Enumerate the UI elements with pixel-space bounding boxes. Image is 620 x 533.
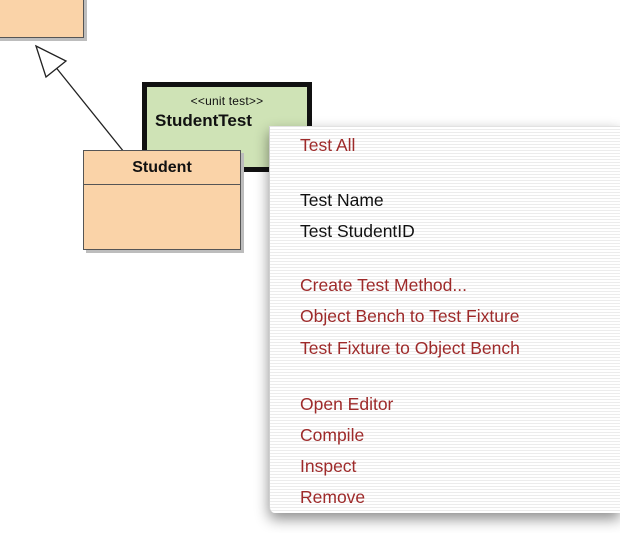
parent-class-box[interactable]	[0, 0, 84, 38]
student-class-box[interactable]: Student	[83, 150, 241, 250]
context-menu: Test All Test Name Test StudentID Create…	[269, 126, 620, 513]
menu-item-open-editor[interactable]: Open Editor	[300, 394, 393, 414]
menu-item-test-name[interactable]: Test Name	[300, 190, 384, 210]
test-class-stereotype: <<unit test>>	[190, 94, 264, 108]
student-class-name: Student	[84, 151, 240, 185]
inheritance-line	[53, 64, 125, 153]
menu-item-remove[interactable]: Remove	[300, 487, 365, 507]
menu-item-test-studentid[interactable]: Test StudentID	[300, 221, 415, 241]
test-class-name: StudentTest	[155, 111, 252, 130]
menu-item-compile[interactable]: Compile	[300, 425, 364, 445]
inheritance-arrowhead	[34, 44, 68, 79]
menu-item-fixture-to-object-bench[interactable]: Test Fixture to Object Bench	[300, 338, 520, 358]
menu-item-inspect[interactable]: Inspect	[300, 456, 356, 476]
menu-item-test-all[interactable]: Test All	[300, 135, 355, 155]
menu-item-create-test-method[interactable]: Create Test Method...	[300, 275, 467, 295]
menu-item-object-bench-to-fixture[interactable]: Object Bench to Test Fixture	[300, 306, 520, 326]
